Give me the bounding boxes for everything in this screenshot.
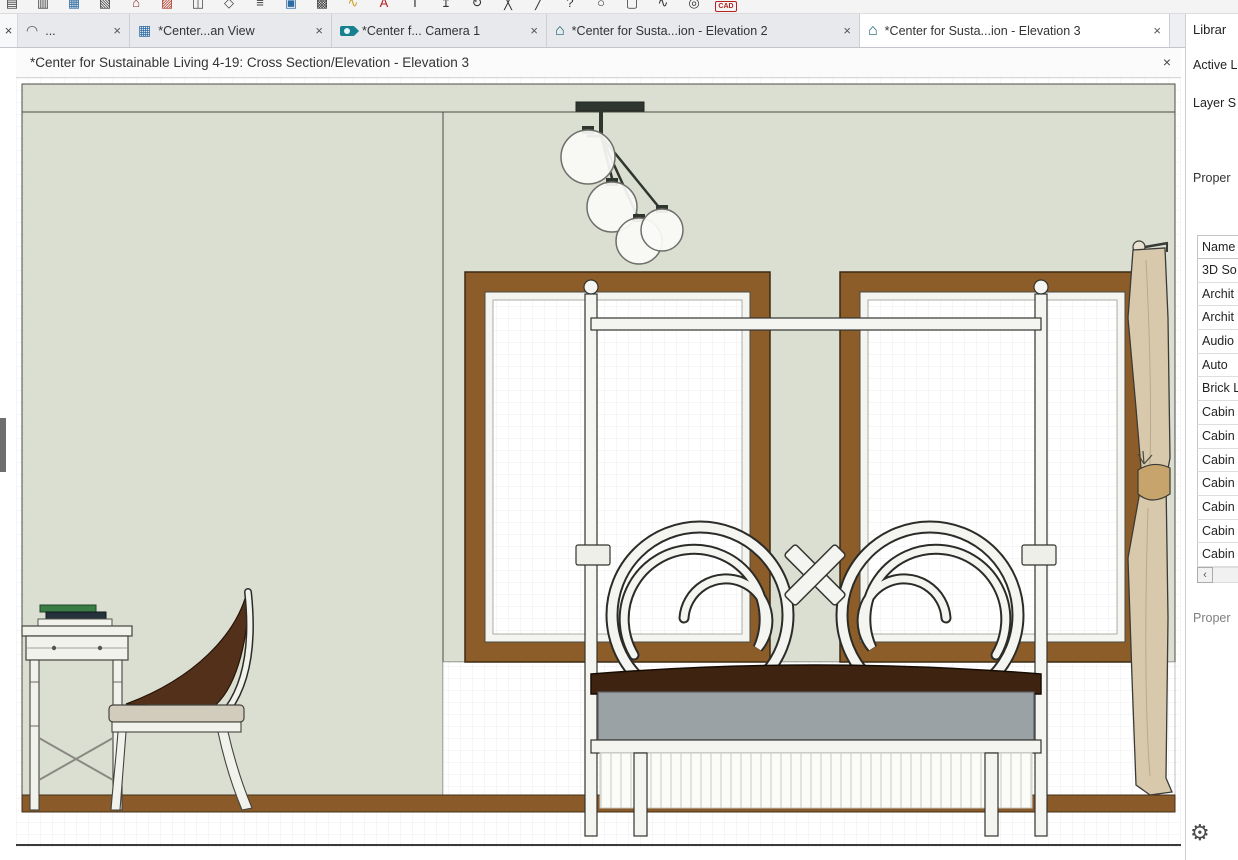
library-icon[interactable]: ▣ <box>281 0 301 13</box>
plan-view-icon: ▦ <box>138 22 152 38</box>
main-toolbar: ▤ ▥ ▦ ▧ ⌂ ▨ ◫ ◇ ≡ ▣ ▩ ∿ A T ↥ ↻ ╳ ╱? ○ ▢ ∿ ◎ CAD <box>0 0 1238 14</box>
zoom-tool-icon[interactable]: ◎ <box>684 0 704 13</box>
view-title: *Center for Sustainable Living 4-19: Cro… <box>30 55 469 70</box>
book-dark <box>45 611 107 620</box>
canopy-rail <box>590 317 1042 331</box>
tab-close-icon[interactable]: × <box>113 23 121 38</box>
tabbar-filler <box>1170 14 1185 47</box>
help-icon[interactable]: ? <box>560 0 580 13</box>
curtain[interactable] <box>1127 240 1173 796</box>
elevation-canvas[interactable] <box>16 78 1181 848</box>
vertical-scrollbar-thumb[interactable] <box>0 418 6 472</box>
line-tool-icon[interactable]: ╱ <box>529 0 549 13</box>
layer-row[interactable]: Cabin <box>1197 424 1238 449</box>
spline-tool-icon[interactable]: ∿ <box>653 0 673 13</box>
layer-table-header: Name <box>1197 235 1238 259</box>
plan-view-icon[interactable]: ▦ <box>64 0 84 13</box>
view-close-button[interactable]: × <box>1163 48 1171 77</box>
right-panel: Librar Active L Layer S Proper Name 3D S… <box>1185 14 1238 860</box>
display-options-icon[interactable]: ▩ <box>312 0 332 13</box>
tab-label: *Center f... Camera 1 <box>362 23 481 38</box>
tab-close-icon[interactable]: × <box>1153 23 1161 38</box>
tab-camera-1[interactable]: *Center f... Camera 1 × <box>332 14 547 47</box>
toolbar-icons: ▤ ▥ ▦ ▧ ⌂ ▨ ◫ ◇ ≡ ▣ ▩ ∿ A T ↥ ↻ ╳ ╱? ○ ▢ ∿ ◎ CAD <box>0 0 1238 13</box>
tab-label: ... <box>45 23 56 38</box>
cad-tools-icon[interactable]: CAD <box>715 1 737 12</box>
rotate-icon[interactable]: ↻ <box>467 0 487 13</box>
layer-row[interactable]: Cabin <box>1197 495 1238 520</box>
tab-close-icon[interactable]: × <box>315 23 323 38</box>
tab-partial-view[interactable]: ◠ ... × <box>18 14 130 47</box>
select-arrow-icon[interactable]: ↥ <box>436 0 456 13</box>
tab-close-icon[interactable]: × <box>843 23 851 38</box>
layers-icon[interactable]: ≡ <box>250 0 270 13</box>
tab-close-icon[interactable]: × <box>530 23 538 38</box>
tab-elevation-3[interactable]: ⌂ *Center for Susta...ion - Elevation 3 … <box>860 14 1170 47</box>
tab-label: *Center for Susta...ion - Elevation 3 <box>884 23 1081 38</box>
active-layer-label[interactable]: Active L <box>1193 58 1237 72</box>
layout-icon[interactable]: ◫ <box>188 0 208 13</box>
camera-icon <box>340 25 359 36</box>
tab-label: *Center for Susta...ion - Elevation 2 <box>571 23 768 38</box>
curtain-tieback <box>1137 463 1171 501</box>
properties-label[interactable]: Proper <box>1193 171 1231 185</box>
text-tool-icon[interactable]: A <box>374 0 394 13</box>
layer-row[interactable]: Audio <box>1197 330 1238 354</box>
tab-label: *Center...an View <box>158 23 255 38</box>
dimension-tool-icon[interactable]: ∿ <box>343 0 363 13</box>
elevation-view-icon[interactable]: ▧ <box>95 0 115 13</box>
chair-seat <box>108 704 245 723</box>
bed-base <box>597 691 1035 741</box>
layer-row[interactable]: Archit <box>1197 282 1238 307</box>
text-T-icon[interactable]: T <box>405 0 425 13</box>
layer-row[interactable]: 3D So <box>1197 259 1238 283</box>
arc-icon: ◠ <box>26 22 39 38</box>
book-green <box>39 604 97 613</box>
layer-table: Name 3D So Archit Archit Audio Auto Bric… <box>1197 235 1238 567</box>
layer-set-label[interactable]: Layer S <box>1193 96 1236 110</box>
scroll-track[interactable] <box>1213 567 1238 583</box>
layer-row[interactable]: Archit <box>1197 306 1238 331</box>
box-tool-icon[interactable]: ▢ <box>622 0 642 13</box>
library-tab[interactable]: Librar <box>1193 22 1226 37</box>
layer-row[interactable]: Brick L <box>1197 377 1238 402</box>
layer-row[interactable]: Cabin <box>1197 472 1238 496</box>
layer-table-hscrollbar[interactable]: ‹ <box>1197 567 1238 584</box>
open-plan-icon[interactable]: ▤ <box>2 0 22 13</box>
house-view-icon[interactable]: ⌂ <box>126 0 146 13</box>
properties-label-2[interactable]: Proper <box>1193 611 1231 625</box>
tab-elevation-2[interactable]: ⌂ *Center for Susta...ion - Elevation 2 … <box>547 14 860 47</box>
left-margin <box>0 48 16 848</box>
save-icon[interactable]: ▥ <box>33 0 53 13</box>
bed-skirt <box>599 752 1033 809</box>
settings-gear-icon[interactable]: ⚙ <box>1190 820 1210 846</box>
tab-plan-view[interactable]: ▦ *Center...an View × <box>130 14 332 47</box>
delete-icon[interactable]: ╳ <box>498 0 518 13</box>
circle-tool-icon[interactable]: ○ <box>591 0 611 13</box>
layer-row[interactable]: Cabin <box>1197 401 1238 425</box>
materials-list-icon[interactable]: ▨ <box>157 0 177 13</box>
layer-row[interactable]: Cabin <box>1197 543 1238 567</box>
scroll-left-arrow-icon[interactable]: ‹ <box>1197 567 1213 583</box>
tab-bar: × ◠ ... × ▦ *Center...an View × *Center … <box>0 14 1185 48</box>
mattress <box>590 664 1042 695</box>
layer-row[interactable]: Auto <box>1197 353 1238 378</box>
layer-row[interactable]: Cabin <box>1197 519 1238 544</box>
house-icon: ⌂ <box>868 21 878 39</box>
pane-close-button[interactable]: × <box>0 14 18 47</box>
view-title-bar: *Center for Sustainable Living 4-19: Cro… <box>16 48 1181 78</box>
book-white <box>37 618 113 627</box>
house-icon: ⌂ <box>555 21 565 39</box>
layer-row[interactable]: Cabin <box>1197 448 1238 473</box>
reference-icon[interactable]: ◇ <box>219 0 239 13</box>
